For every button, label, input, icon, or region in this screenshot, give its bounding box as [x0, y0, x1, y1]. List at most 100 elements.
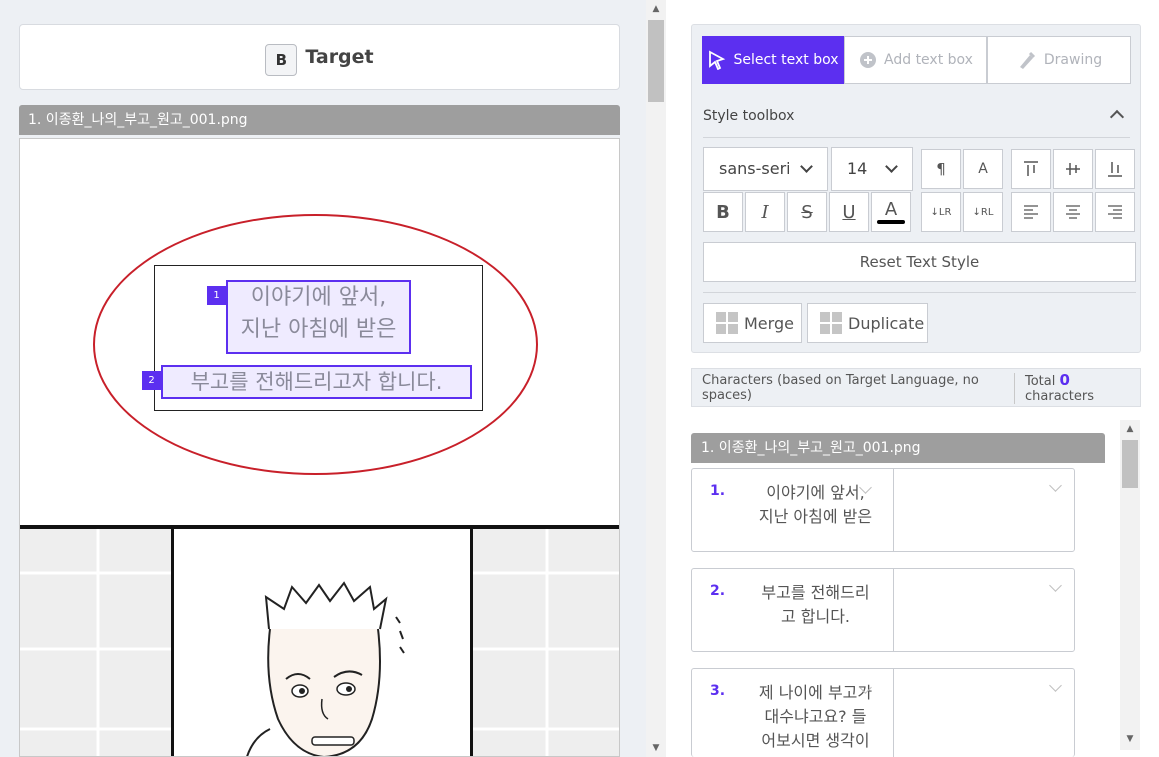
scroll-up-arrow-icon[interactable]: ▲ [1120, 422, 1140, 436]
drawing-label: Drawing [1043, 52, 1103, 68]
font-size-select[interactable]: 14 [831, 147, 913, 191]
merge-button[interactable]: Merge [703, 303, 802, 343]
segment-number: 2. [710, 583, 726, 599]
tile-pattern [20, 529, 171, 756]
chevron-down-icon[interactable] [1049, 479, 1062, 492]
old-man-illustration [246, 581, 405, 756]
add-comment-icon [860, 52, 877, 68]
letter-spacing-button[interactable]: A [963, 149, 1003, 189]
image-file-name: 1. 이종환_나의_부고_원고_001.png [19, 105, 620, 135]
editor-panel: Select text box Add text box Drawing Sty… [666, 0, 1159, 757]
scroll-down-arrow-icon[interactable]: ▼ [1120, 732, 1140, 746]
segment-list-file-name: 1. 이종환_나의_부고_원고_001.png [691, 433, 1105, 463]
total-unit: characters [1025, 389, 1095, 404]
brush-icon [1019, 51, 1035, 69]
align-right-icon [1108, 205, 1122, 219]
scroll-down-arrow-icon[interactable]: ▼ [646, 741, 666, 755]
target-header: B Target [19, 24, 620, 90]
select-text-box-button[interactable]: Select text box [702, 36, 844, 84]
segment-item[interactable]: 3. 제 나이에 부고가 대수냐고요? 들 어보시면 생각이 [691, 668, 1075, 757]
align-top-button[interactable] [1011, 149, 1051, 189]
text-box-1[interactable]: 이야기에 앞서, 지난 아침에 받은 [226, 280, 411, 354]
background-tiles [473, 529, 619, 756]
cursor-icon [709, 50, 726, 70]
text-box-number: 2 [142, 371, 161, 390]
chevron-down-icon [800, 160, 813, 173]
character-count-bar: Characters (based on Target Language, no… [691, 368, 1141, 407]
segment-source-text: 제 나이에 부고가 대수냐고요? 들 어보시면 생각이 [758, 683, 873, 750]
align-right-button[interactable] [1095, 192, 1135, 232]
add-text-box-label: Add text box [884, 52, 973, 68]
text-box-line: 이야기에 앞서, [250, 285, 387, 310]
strikethrough-button[interactable]: S [787, 192, 827, 232]
select-text-box-label: Select text box [733, 52, 839, 68]
italic-button[interactable]: I [745, 192, 785, 232]
text-direction-rl-button[interactable]: ↓RL [963, 192, 1003, 232]
chevron-down-icon[interactable] [1049, 579, 1062, 592]
paragraph-icon: ¶ [936, 160, 946, 178]
canvas-scrollbar[interactable]: ▲ ▼ [646, 0, 666, 757]
segment-divider [893, 569, 894, 651]
segment-source-text: 부고를 전해드리 고 합니다. [761, 583, 870, 626]
align-middle-icon [1066, 163, 1080, 175]
comic-panel-character [171, 529, 473, 756]
divider [703, 292, 1136, 293]
paragraph-spacing-button[interactable]: ¶ [921, 149, 961, 189]
style-toolbox-header[interactable]: Style toolbox [703, 100, 1130, 138]
text-direction-lr-button[interactable]: ↓LR [921, 192, 961, 232]
character-total: Total 0 characters [1014, 373, 1094, 404]
font-color-swatch [877, 220, 905, 224]
canvas-panel: B Target 1. 이종환_나의_부고_원고_001.png 1 이야기에 … [0, 0, 666, 757]
reset-text-style-button[interactable]: Reset Text Style [703, 242, 1136, 282]
merge-icon [716, 312, 738, 334]
font-color-letter: A [884, 199, 898, 220]
total-value: 0 [1059, 371, 1070, 389]
align-left-icon [1024, 205, 1038, 219]
align-bottom-button[interactable] [1095, 149, 1135, 189]
duplicate-label: Duplicate [848, 313, 925, 333]
background-tiles [20, 529, 171, 756]
font-family-value: sans-serif [719, 159, 789, 178]
align-middle-button[interactable] [1053, 149, 1093, 189]
letter-spacing-icon: A [978, 161, 988, 177]
target-title: Target [305, 46, 374, 68]
total-label: Total [1025, 374, 1056, 389]
font-color-button[interactable]: A [871, 192, 911, 232]
chevron-down-icon[interactable] [1049, 679, 1062, 692]
align-center-icon [1066, 205, 1080, 219]
font-family-select[interactable]: sans-serif [703, 147, 828, 191]
add-text-box-button[interactable]: Add text box [844, 36, 987, 84]
tile-pattern [473, 529, 619, 756]
duplicate-button[interactable]: Duplicate [807, 303, 928, 343]
align-top-icon [1024, 161, 1038, 176]
segment-divider [893, 469, 894, 551]
toolbox: Select text box Add text box Drawing Sty… [691, 24, 1141, 353]
align-bottom-icon [1108, 162, 1122, 177]
direction-rl-icon: ↓RL [972, 206, 994, 218]
merge-label: Merge [744, 313, 794, 333]
segment-item[interactable]: 1. 이야기에 앞서, 지난 아침에 받은 [691, 468, 1075, 552]
text-box-line: 지난 아침에 받은 [240, 317, 397, 342]
scroll-up-arrow-icon[interactable]: ▲ [646, 2, 666, 16]
segment-number: 3. [710, 683, 726, 699]
chevron-down-icon [885, 160, 898, 173]
segment-list-scrollbar[interactable]: ▲ ▼ [1120, 420, 1140, 750]
duplicate-icon [820, 312, 842, 334]
bold-button[interactable]: B [703, 192, 743, 232]
align-left-button[interactable] [1011, 192, 1051, 232]
text-box-line: 부고를 전해드리고자 합니다. [190, 370, 443, 394]
character-count-label: Characters (based on Target Language, no… [702, 373, 979, 403]
segment-number: 1. [710, 483, 726, 499]
segment-item[interactable]: 2. 부고를 전해드리 고 합니다. [691, 568, 1075, 652]
style-toolbox-title: Style toolbox [703, 108, 795, 124]
target-badge: B [265, 44, 298, 76]
text-box-2[interactable]: 부고를 전해드리고자 합니다. [161, 365, 472, 399]
scrollbar-thumb[interactable] [1122, 440, 1138, 488]
align-center-button[interactable] [1053, 192, 1093, 232]
comic-canvas[interactable]: 1 이야기에 앞서, 지난 아침에 받은 2 부고를 전해드리고자 합니다. [19, 138, 620, 757]
underline-button[interactable]: U [829, 192, 869, 232]
font-size-value: 14 [847, 159, 868, 178]
chevron-up-icon[interactable] [1109, 109, 1125, 125]
scrollbar-thumb[interactable] [648, 20, 664, 102]
drawing-button[interactable]: Drawing [987, 36, 1131, 84]
